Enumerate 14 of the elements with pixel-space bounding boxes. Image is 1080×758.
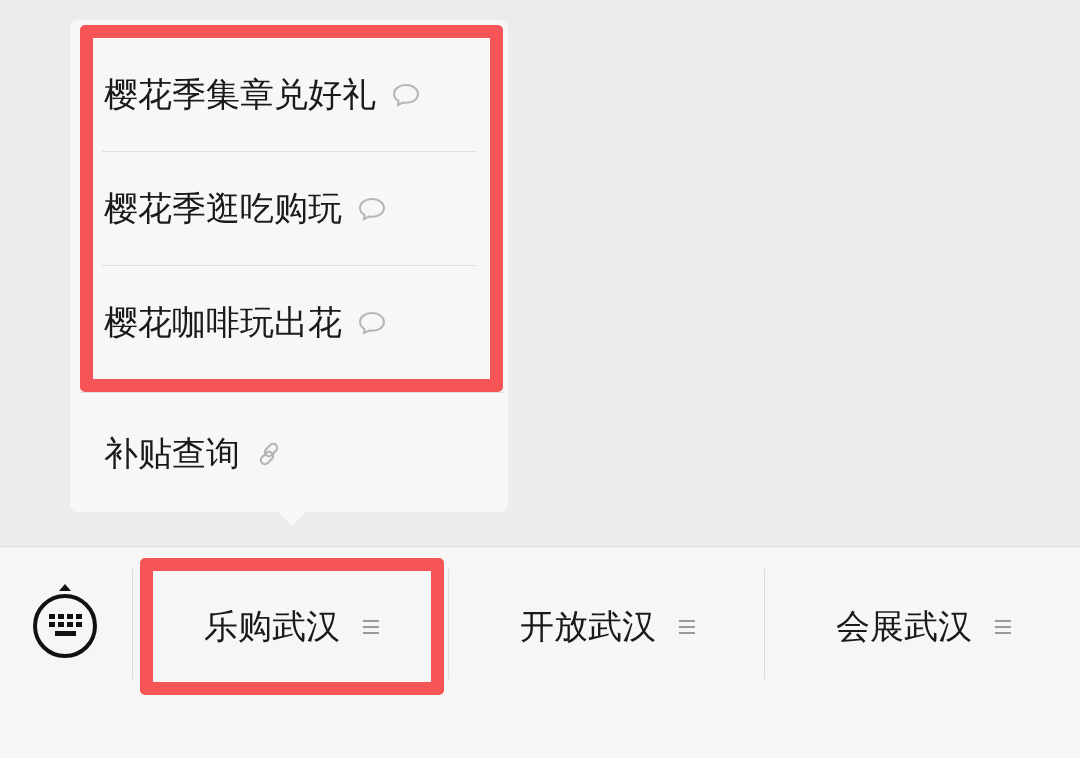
menu-icon [362,617,380,636]
menu-item[interactable]: 补贴查询 [80,393,503,515]
chat-bubble-icon [392,82,420,107]
menu-item[interactable]: 樱花季集章兑好礼 [93,38,490,151]
menu-icon [678,617,696,636]
menu-item[interactable]: 樱花咖啡玩出花 [93,266,490,379]
chat-bubble-icon [358,310,386,335]
menu-tab[interactable]: 开放武汉 [456,558,760,695]
keyboard-icon[interactable] [31,584,99,660]
menu-item[interactable]: 樱花季逛吃购玩 [93,152,490,265]
chat-bubble-icon [358,196,386,221]
menu-icon [994,617,1012,636]
menu-tab[interactable]: 会展武汉 [772,558,1076,695]
menu-tab[interactable]: 乐购武汉 [140,558,444,695]
